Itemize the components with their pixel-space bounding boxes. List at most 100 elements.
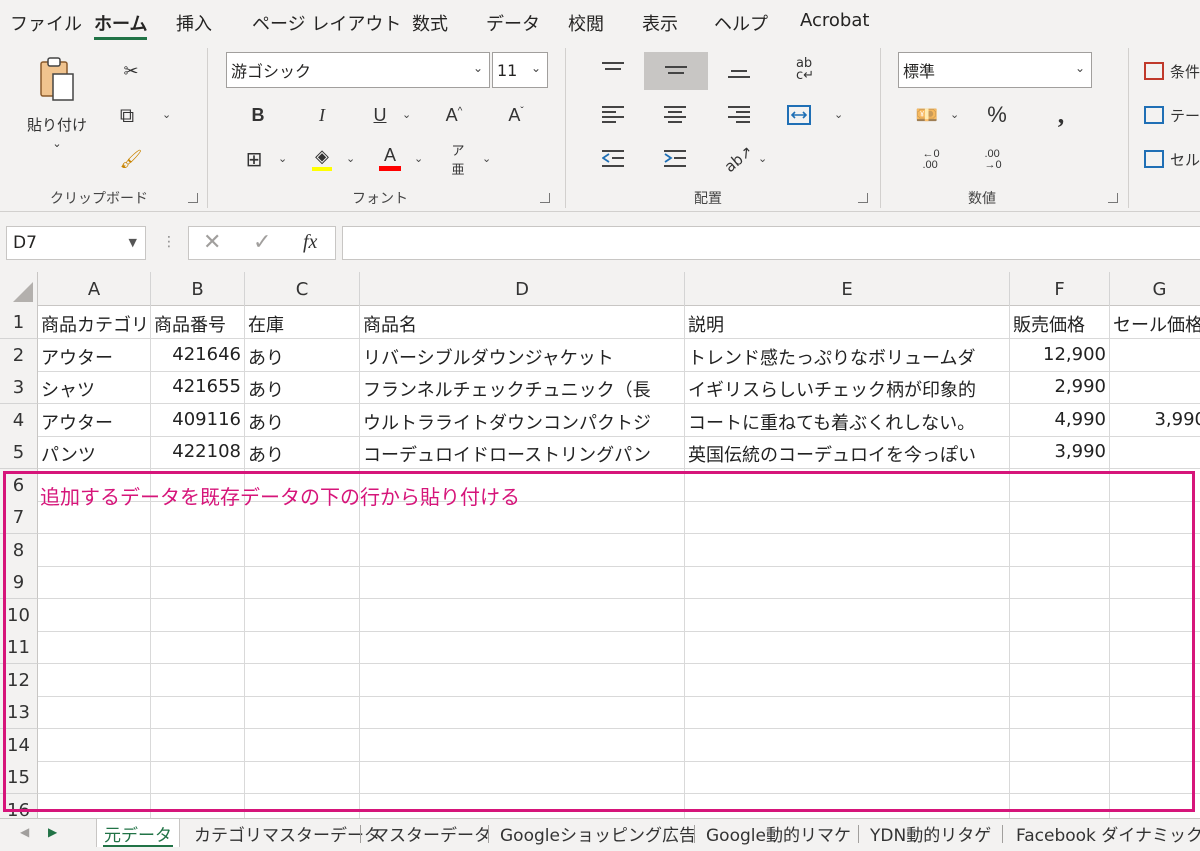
grid-cell[interactable]: 3,990	[1010, 436, 1110, 469]
scroll-right-icon[interactable]: ▶	[48, 825, 57, 839]
sheet-tab-master-data[interactable]: マスターデータ	[372, 819, 491, 847]
format-painter-button[interactable]: 🖌	[116, 144, 146, 174]
grid-cell[interactable]: 商品カテゴリ	[38, 306, 151, 339]
number-launcher-icon[interactable]	[1108, 193, 1118, 203]
cut-button[interactable]: ✂	[116, 56, 146, 86]
grid-cell[interactable]: 3,990	[1110, 404, 1200, 437]
underline-button[interactable]: U	[366, 100, 394, 130]
sheet-tab-facebook-dynamic[interactable]: Facebook ダイナミック広	[1016, 819, 1200, 847]
tab-insert[interactable]: 挿入	[176, 10, 212, 36]
enter-check-icon[interactable]: ✓	[253, 230, 271, 255]
grid-cell[interactable]: 在庫	[245, 306, 360, 339]
underline-dropdown-icon[interactable]: ⌄	[402, 108, 411, 121]
grid-cell[interactable]: 409116	[151, 404, 245, 437]
grid-cell[interactable]: ウルトラライトダウンコンパクトジ	[360, 404, 685, 437]
sheet-tab-ydn-retargeting[interactable]: YDN動的リタゲ	[870, 819, 991, 847]
decrease-indent-button[interactable]	[596, 144, 630, 174]
grid-cell[interactable]: リバーシブルダウンジャケット	[360, 339, 685, 372]
phonetic-button[interactable]: ア亜	[444, 144, 472, 178]
row-header[interactable]: 5	[0, 436, 38, 469]
font-size-select[interactable]: 11 ⌄	[492, 52, 548, 88]
scroll-left-icon[interactable]: ◀	[20, 825, 29, 839]
align-middle-button[interactable]	[644, 52, 708, 90]
column-header-f[interactable]: F	[1010, 272, 1110, 306]
grid-cell[interactable]: イギリスらしいチェック柄が印象的	[685, 371, 1010, 404]
row-header[interactable]: 1	[0, 306, 38, 339]
decrease-decimal-button[interactable]: .00 →0	[976, 144, 1010, 176]
row-header[interactable]: 3	[0, 371, 38, 404]
grid-cell[interactable]: アウター	[38, 404, 151, 437]
tab-formulas[interactable]: 数式	[412, 10, 448, 36]
orientation-dropdown-icon[interactable]: ⌄	[758, 152, 767, 165]
font-launcher-icon[interactable]	[540, 193, 550, 203]
increase-decimal-button[interactable]: ←0.00	[914, 144, 948, 176]
font-name-select[interactable]: 游ゴシック ⌄	[226, 52, 490, 88]
number-format-select[interactable]: 標準 ⌄	[898, 52, 1092, 88]
column-header-d[interactable]: D	[360, 272, 685, 306]
grid-cell[interactable]	[1110, 436, 1200, 469]
sheet-tab-category-master[interactable]: カテゴリマスターデータ	[194, 819, 381, 847]
grid-cell[interactable]: 商品番号	[151, 306, 245, 339]
grid-cell[interactable]: フランネルチェックチュニック（長	[360, 371, 685, 404]
conditional-formatting-button[interactable]: 条件	[1144, 58, 1200, 84]
font-color-button[interactable]: A	[376, 142, 404, 174]
formula-input[interactable]	[342, 226, 1200, 260]
tab-help[interactable]: ヘルプ	[714, 10, 768, 36]
grid-cell[interactable]	[1110, 339, 1200, 372]
comma-style-button[interactable]: ,	[1046, 100, 1076, 130]
grid-cell[interactable]	[1110, 371, 1200, 404]
paste-button[interactable]: 貼り付け ⌄	[26, 56, 88, 166]
grid-cell[interactable]: 12,900	[1010, 339, 1110, 372]
merge-center-button[interactable]	[784, 100, 814, 130]
tab-view[interactable]: 表示	[642, 10, 678, 36]
fill-color-button[interactable]: ◈	[308, 142, 336, 174]
borders-dropdown-icon[interactable]: ⌄	[278, 152, 287, 165]
column-header-c[interactable]: C	[245, 272, 360, 306]
align-left-button[interactable]	[596, 100, 630, 130]
grid-cell[interactable]: 4,990	[1010, 404, 1110, 437]
font-color-dropdown-icon[interactable]: ⌄	[414, 152, 423, 165]
tab-acrobat[interactable]: Acrobat	[800, 10, 869, 31]
grid-cell[interactable]: あり	[245, 404, 360, 437]
sheet-tab-source-data[interactable]: 元データ	[96, 819, 180, 847]
cell-styles-button[interactable]: セル	[1144, 146, 1200, 172]
copy-button[interactable]: ⧉	[112, 100, 142, 130]
clipboard-launcher-icon[interactable]	[188, 193, 198, 203]
sheet-tab-google-remarketing[interactable]: Google動的リマケ	[706, 819, 851, 847]
grid-cell[interactable]: シャツ	[38, 371, 151, 404]
tab-page-layout[interactable]: ページ レイアウト	[252, 10, 401, 36]
column-header-b[interactable]: B	[151, 272, 245, 306]
align-top-button[interactable]	[596, 56, 630, 84]
select-all-button[interactable]	[0, 272, 38, 306]
grid-cell[interactable]: セール価格	[1110, 306, 1200, 339]
fill-color-dropdown-icon[interactable]: ⌄	[346, 152, 355, 165]
grid-cell[interactable]: 販売価格	[1010, 306, 1110, 339]
tab-review[interactable]: 校閲	[568, 10, 604, 36]
decrease-font-button[interactable]: Aˇ	[502, 100, 530, 130]
grid-cell[interactable]: 422108	[151, 436, 245, 469]
grid-cell[interactable]: あり	[245, 436, 360, 469]
percent-button[interactable]: %	[982, 100, 1012, 130]
grid-cell[interactable]: 商品名	[360, 306, 685, 339]
format-as-table-button[interactable]: テー	[1144, 102, 1200, 128]
row-header[interactable]: 4	[0, 404, 38, 437]
name-box[interactable]: D7 ▼	[6, 226, 146, 260]
wrap-text-orientation-button[interactable]: ab c↵	[788, 54, 822, 86]
alignment-launcher-icon[interactable]	[858, 193, 868, 203]
align-center-button[interactable]	[658, 100, 692, 130]
grid-cell[interactable]: 421646	[151, 339, 245, 372]
accounting-format-button[interactable]: 💴	[912, 100, 942, 130]
column-header-a[interactable]: A	[38, 272, 151, 306]
column-header-g[interactable]: G	[1110, 272, 1200, 306]
phonetic-dropdown-icon[interactable]: ⌄	[482, 152, 491, 165]
tab-file[interactable]: ファイル	[10, 10, 82, 36]
grid-cell[interactable]: パンツ	[38, 436, 151, 469]
grid-cell[interactable]: アウター	[38, 339, 151, 372]
tab-home[interactable]: ホーム	[94, 10, 148, 40]
borders-button[interactable]: ⊞	[240, 144, 268, 174]
sheet-tab-google-shopping[interactable]: Googleショッピング広告	[500, 819, 696, 847]
grid-cell[interactable]: 英国伝統のコーデュロイを今っぽい	[685, 436, 1010, 469]
align-right-button[interactable]	[722, 100, 756, 130]
accounting-dropdown-icon[interactable]: ⌄	[950, 108, 959, 121]
insert-function-icon[interactable]: fx	[303, 231, 317, 254]
